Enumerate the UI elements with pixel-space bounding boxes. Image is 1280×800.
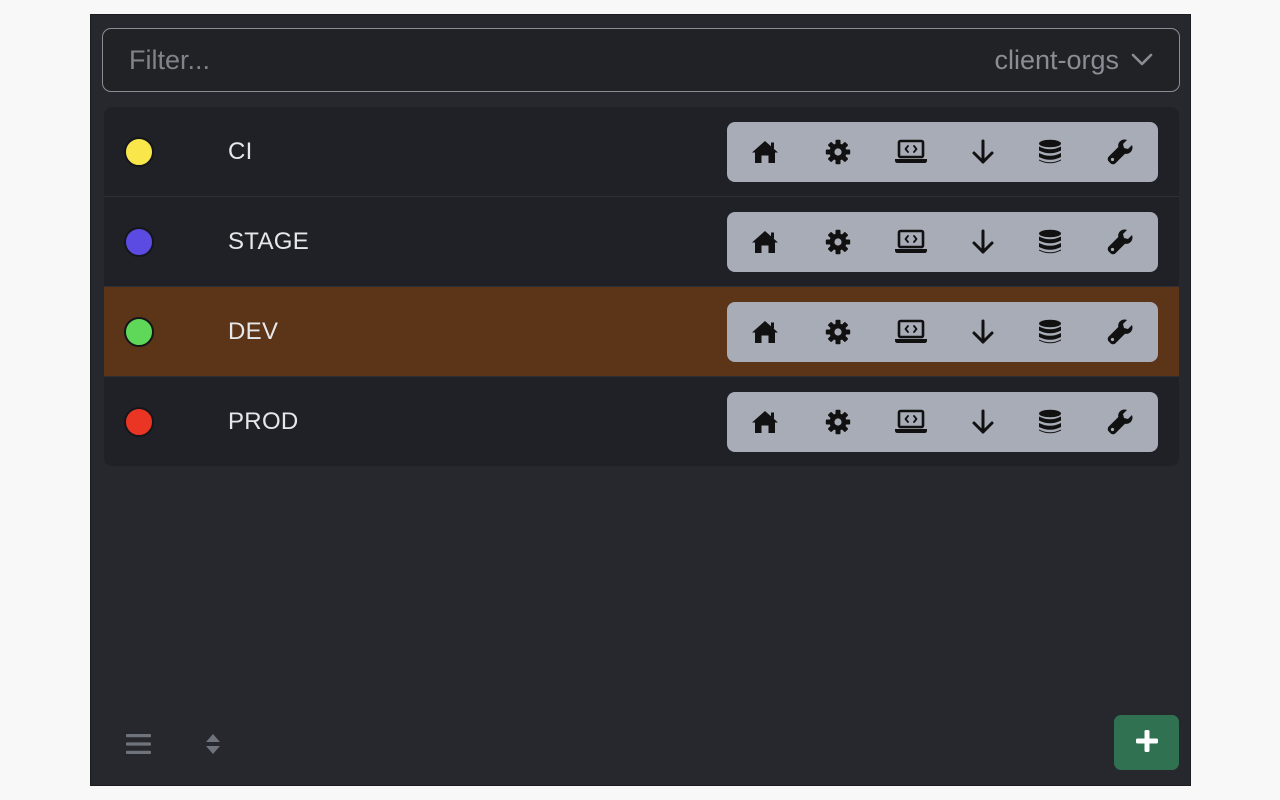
gear-icon [825, 139, 851, 165]
laptop-code-icon [894, 229, 928, 255]
list-icon[interactable] [125, 731, 153, 757]
home-icon [751, 140, 779, 164]
chevron-down-icon [1131, 53, 1153, 67]
plus-icon [1134, 728, 1160, 757]
arrow-down-button[interactable] [959, 392, 1007, 452]
gear-icon [825, 229, 851, 255]
database-icon [1038, 409, 1062, 435]
environment-color-dot [124, 407, 154, 437]
home-icon [751, 230, 779, 254]
gear-button[interactable] [814, 212, 862, 272]
database-icon [1038, 139, 1062, 165]
home-button[interactable] [741, 212, 789, 272]
filter-bar: client-orgs [102, 28, 1180, 92]
database-button[interactable] [1026, 212, 1074, 272]
arrow-down-button[interactable] [959, 302, 1007, 362]
environment-name: DEV [228, 317, 279, 345]
wrench-button[interactable] [1096, 302, 1144, 362]
database-icon [1038, 319, 1062, 345]
laptop-code-icon [894, 139, 928, 165]
wrench-icon [1106, 228, 1134, 256]
database-button[interactable] [1026, 392, 1074, 452]
arrow-down-icon [971, 409, 995, 435]
laptop-code-button[interactable] [887, 392, 935, 452]
environment-color-dot [124, 316, 154, 347]
arrow-down-icon [971, 319, 995, 345]
home-button[interactable] [741, 392, 789, 452]
laptop-code-icon [894, 409, 928, 435]
gear-button[interactable] [814, 392, 862, 452]
arrow-down-button[interactable] [959, 212, 1007, 272]
gear-button[interactable] [814, 122, 862, 182]
org-selector[interactable]: client-orgs [994, 45, 1153, 76]
laptop-code-button[interactable] [887, 122, 935, 182]
environment-actions [727, 121, 1158, 182]
environment-name: PROD [228, 408, 299, 435]
laptop-code-button[interactable] [887, 302, 935, 362]
environment-color-dot [124, 226, 154, 257]
sort-icon[interactable] [203, 731, 223, 757]
environment-actions [727, 392, 1158, 452]
wrench-icon [1106, 408, 1134, 436]
environment-actions [727, 211, 1158, 272]
gear-icon [825, 319, 851, 345]
wrench-icon [1106, 318, 1134, 346]
home-button[interactable] [741, 302, 789, 362]
wrench-button[interactable] [1096, 122, 1144, 182]
org-selector-label: client-orgs [994, 44, 1119, 75]
environment-name: STAGE [228, 227, 310, 255]
environment-name: CI [228, 137, 253, 165]
environment-row-ci[interactable]: CI [104, 107, 1179, 197]
environment-actions [727, 301, 1158, 362]
environment-color-dot [124, 136, 154, 167]
database-button[interactable] [1026, 302, 1074, 362]
wrench-button[interactable] [1096, 392, 1144, 452]
extension-window: client-orgs CI STAGE DEV PROD [90, 14, 1191, 786]
home-icon [751, 320, 779, 344]
laptop-code-icon [894, 319, 928, 345]
home-button[interactable] [741, 122, 789, 182]
database-button[interactable] [1026, 122, 1074, 182]
wrench-icon [1106, 138, 1134, 166]
environment-row-stage[interactable]: STAGE [104, 197, 1179, 287]
environment-row-dev[interactable]: DEV [104, 287, 1179, 377]
arrow-down-button[interactable] [959, 122, 1007, 182]
wrench-button[interactable] [1096, 212, 1144, 272]
arrow-down-icon [971, 229, 995, 255]
filter-input[interactable] [129, 44, 995, 76]
add-environment-button[interactable] [1114, 715, 1179, 770]
environment-row-prod[interactable]: PROD [104, 377, 1179, 466]
gear-icon [825, 409, 851, 435]
gear-button[interactable] [814, 302, 862, 362]
home-icon [751, 410, 779, 434]
laptop-code-button[interactable] [887, 212, 935, 272]
arrow-down-icon [971, 139, 995, 165]
database-icon [1038, 229, 1062, 255]
environment-list: CI STAGE DEV PROD [104, 107, 1179, 466]
